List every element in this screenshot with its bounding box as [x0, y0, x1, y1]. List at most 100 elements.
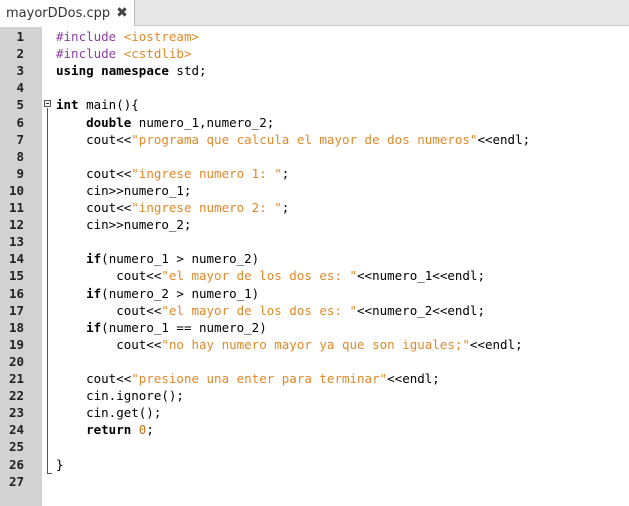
- code-token: cin>>numero_1;: [56, 182, 192, 198]
- code-token: "ingrese numero 2: ": [131, 200, 282, 215]
- line-number: 14: [8, 251, 24, 267]
- code-token: "el mayor de los dos es: ": [161, 268, 358, 284]
- fold-end-marker: [47, 473, 52, 474]
- code-line[interactable]: 20: [0, 353, 629, 370]
- close-icon[interactable]: ✖: [116, 5, 128, 21]
- code-token: main(){: [78, 97, 139, 113]
- code-line[interactable]: 13: [0, 233, 629, 250]
- line-number: 19: [8, 336, 24, 352]
- code-token: cin.get();: [56, 405, 162, 421]
- code-text[interactable]: #include <iostream>: [56, 28, 199, 45]
- code-text[interactable]: cin.get();: [56, 404, 161, 421]
- code-token: <<endl;: [477, 131, 531, 147]
- code-token: ;: [146, 422, 154, 438]
- code-line[interactable]: 6 double numero_1,numero_2;: [0, 114, 629, 131]
- line-number: 27: [8, 473, 24, 489]
- code-text[interactable]: return 0;: [56, 421, 154, 438]
- code-line[interactable]: 9 cout<<"ingrese numero 1: ";: [0, 165, 629, 182]
- line-number: 3: [16, 63, 24, 79]
- code-text[interactable]: if(numero_1 == numero_2): [56, 319, 267, 336]
- code-text[interactable]: if(numero_1 > numero_2): [56, 250, 259, 267]
- code-text[interactable]: cout<<"no hay numero mayor ya que son ig…: [56, 336, 523, 353]
- code-text[interactable]: cout<<"ingrese numero 2: ";: [56, 199, 289, 216]
- code-text[interactable]: cout<<"ingrese numero 1: ";: [56, 165, 289, 182]
- code-editor[interactable]: 1 #include <iostream> 2 #include <cstdlib> 3…: [0, 27, 629, 506]
- fold-guide-line: [47, 108, 48, 473]
- code-line[interactable]: 23 cin.get();: [0, 404, 629, 421]
- code-text[interactable]: #include <cstdlib>: [56, 45, 191, 62]
- line-number: 16: [8, 285, 24, 301]
- code-line[interactable]: 21 cout<<"presione una enter para termin…: [0, 370, 629, 387]
- line-number: 12: [8, 217, 24, 233]
- code-text[interactable]: cin>>numero_1;: [56, 182, 191, 199]
- code-token: cout<<: [56, 302, 162, 318]
- tab-title[interactable]: mayorDDos.cpp: [6, 6, 110, 21]
- code-line[interactable]: 19 cout<<"no hay numero mayor ya que son…: [0, 336, 629, 353]
- code-text[interactable]: cin.ignore();: [56, 387, 184, 404]
- code-token: ;: [281, 200, 290, 215]
- line-number: 11: [8, 200, 24, 215]
- code-line[interactable]: 22 cin.ignore();: [0, 387, 629, 404]
- code-line[interactable]: 17 cout<<"el mayor de los dos es: "<<num…: [0, 302, 629, 319]
- code-line[interactable]: 27: [0, 473, 629, 490]
- line-number: 7: [16, 131, 24, 147]
- code-token: numero_1,numero_2;: [131, 114, 275, 130]
- code-line[interactable]: 15 cout<<"el mayor de los dos es: "<<num…: [0, 267, 629, 284]
- code-line[interactable]: 5 int main(){: [0, 96, 629, 113]
- line-number: 13: [8, 234, 24, 250]
- code-line[interactable]: 11 cout<<"ingrese numero 2: ";: [0, 199, 629, 216]
- code-token: namespace: [101, 63, 169, 79]
- code-line[interactable]: 3 using namespace std;: [0, 62, 629, 79]
- code-text[interactable]: int main(){: [56, 96, 139, 113]
- code-line[interactable]: 24 return 0;: [0, 421, 629, 438]
- code-text[interactable]: double numero_1,numero_2;: [56, 114, 274, 131]
- line-number: 10: [8, 182, 24, 198]
- line-number: 15: [8, 268, 24, 284]
- code-text[interactable]: cout<<"el mayor de los dos es: "<<numero…: [56, 267, 485, 284]
- tab-file[interactable]: mayorDDos.cpp ✖: [0, 0, 135, 26]
- code-token: "presione una enter para terminar": [131, 371, 388, 386]
- code-token: "no hay numero mayor ya que son iguales;…: [161, 336, 470, 352]
- line-number: 17: [8, 302, 24, 318]
- code-line[interactable]: 7 cout<<"programa que calcula el mayor d…: [0, 131, 629, 148]
- code-text[interactable]: cout<<"el mayor de los dos es: "<<numero…: [56, 302, 485, 319]
- code-token: "programa que calcula el mayor de dos nu…: [131, 131, 478, 147]
- code-token: <iostream>: [123, 29, 199, 44]
- code-line[interactable]: 25: [0, 438, 629, 455]
- line-number: 20: [8, 353, 24, 369]
- code-line[interactable]: 12 cin>>numero_2;: [0, 216, 629, 233]
- code-token: double: [86, 114, 132, 130]
- line-number: 9: [16, 165, 24, 181]
- code-token: <<endl;: [469, 336, 523, 352]
- code-text[interactable]: cin>>numero_2;: [56, 216, 191, 233]
- code-text[interactable]: using namespace std;: [56, 62, 207, 79]
- code-line[interactable]: 14 if(numero_1 > numero_2): [0, 250, 629, 267]
- code-line[interactable]: 16 if(numero_2 > numero_1): [0, 285, 629, 302]
- code-line[interactable]: 18 if(numero_1 == numero_2): [0, 319, 629, 336]
- code-token: if: [86, 251, 102, 267]
- code-token: cout<<: [56, 200, 132, 215]
- code-line[interactable]: 26}: [0, 456, 629, 473]
- code-text[interactable]: }: [56, 456, 64, 473]
- code-token: return: [86, 422, 132, 438]
- code-line[interactable]: 1 #include <iostream>: [0, 28, 629, 45]
- code-token: ;: [281, 165, 290, 181]
- line-number: 6: [16, 114, 24, 130]
- code-token: <<numero_1<<endl;: [357, 268, 485, 284]
- code-text[interactable]: cout<<"programa que calcula el mayor de …: [56, 131, 530, 148]
- line-number: 5: [16, 97, 24, 113]
- code-text[interactable]: cout<<"presione una enter para terminar"…: [56, 370, 440, 387]
- fold-collapse-icon[interactable]: [44, 100, 51, 107]
- code-line[interactable]: 2 #include <cstdlib>: [0, 45, 629, 62]
- code-token: cin>>numero_2;: [56, 217, 192, 233]
- code-text[interactable]: if(numero_2 > numero_1): [56, 285, 259, 302]
- code-line[interactable]: 10 cin>>numero_1;: [0, 182, 629, 199]
- code-token: <cstdlib>: [123, 46, 192, 62]
- code-line[interactable]: 8: [0, 148, 629, 165]
- code-line[interactable]: 4: [0, 79, 629, 96]
- code-token: #include: [56, 46, 124, 62]
